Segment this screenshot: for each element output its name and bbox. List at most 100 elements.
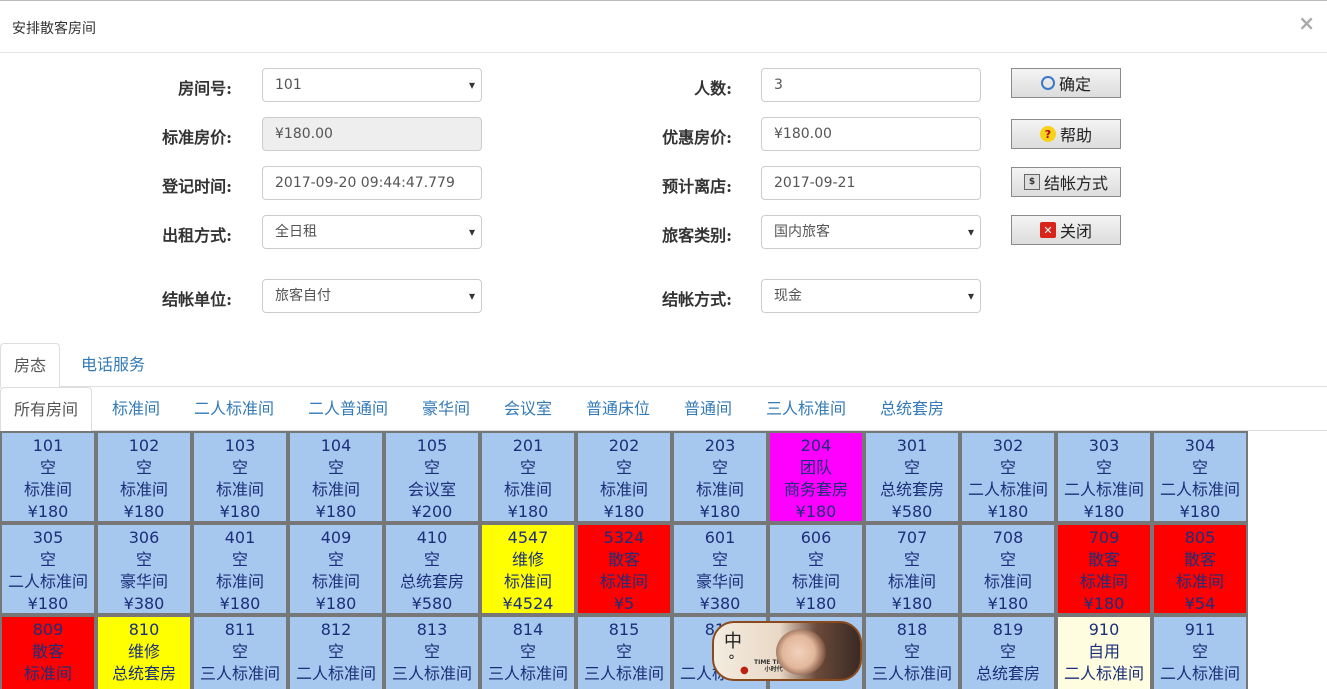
rent-mode-select[interactable]: 全日租 [262,215,482,249]
room-no: 606 [800,528,832,547]
floating-ad[interactable]: 中 ° ● TIME TIMES 小时代 [712,621,862,681]
payment-method-select[interactable]: 现金 [761,279,981,313]
room-price: ¥180 [795,502,837,521]
room-cell[interactable]: 301 空总统套房 ¥580 [864,431,960,523]
room-cell[interactable]: 910 自用二人标准间 ¥180 [1056,615,1152,689]
room-cell[interactable]: 304 空二人标准间 ¥180 [1152,431,1248,523]
room-cell[interactable]: 601 空豪华间 ¥380 [672,523,768,615]
tab-standard[interactable]: 标准间 [99,387,173,431]
confirm-button[interactable]: 确定 [1011,68,1121,98]
guest-type-select[interactable]: 国内旅客 [761,215,981,249]
room-cell[interactable]: 815 空三人标准间 ¥180 [576,615,672,689]
help-icon: ? [1039,126,1056,142]
help-button[interactable]: ? 帮助 [1011,119,1121,149]
tab-ordinary[interactable]: 普通间 [671,387,745,431]
room-status: 空 [903,550,920,569]
room-cell[interactable]: 812 空二人标准间 ¥180 [288,615,384,689]
room-no: 104 [320,436,352,455]
room-cell[interactable]: 819 空总统套房 ¥580 [960,615,1056,689]
room-cell[interactable]: 4547 维修 标准间 ¥4524 [480,523,576,615]
room-cell[interactable]: 709 散客 标准间 ¥180 [1056,523,1152,615]
room-price: ¥180 [1058,685,1150,689]
tab-all-rooms[interactable]: 所有房间 [0,387,93,432]
room-cell[interactable]: 104 空标准间 ¥180 [288,431,384,523]
room-cell[interactable]: 708 空标准间 ¥180 [960,523,1056,615]
room-cell[interactable]: 814 空三人标准间 ¥180 [480,615,576,689]
close-button[interactable]: ✕ 关闭 [1011,215,1121,245]
checkout-date-input[interactable]: 2017-09-21 [761,166,981,200]
room-number-label: 房间号: [178,79,232,98]
room-no: 5324 [603,528,645,547]
room-cell[interactable]: 203 空标准间 ¥180 [672,431,768,523]
room-no: 410 [416,528,448,547]
room-cell[interactable]: 911 空二人标准间 ¥180 [1152,615,1248,689]
room-status: 空 [519,642,536,661]
room-cell[interactable]: 202 空标准间 ¥180 [576,431,672,523]
room-cell[interactable]: 201 空标准间 ¥180 [480,431,576,523]
room-no: 203 [704,436,736,455]
discount-price-input[interactable]: ¥180.00 [761,117,981,151]
room-no: 818 [896,620,928,639]
room-type: 二人标准间 [1159,480,1240,499]
room-cell[interactable]: 606 空标准间 ¥180 [768,523,864,615]
room-no: 4547 [507,528,549,547]
tab-deluxe[interactable]: 豪华间 [409,387,483,431]
room-cell[interactable]: 101 空标准间 ¥180 [0,431,96,523]
billing-unit-label: 结帐单位: [162,290,232,309]
settle-method-button[interactable]: $ 结帐方式 [1011,167,1121,197]
room-cell[interactable]: 811 空三人标准间 ¥180 [192,615,288,689]
room-cell[interactable]: 305 空二人标准间 ¥180 [0,523,96,615]
room-cell[interactable]: 102 空标准间 ¥180 [96,431,192,523]
room-no: 812 [320,620,352,639]
tab-triple-standard[interactable]: 三人标准间 [753,387,859,431]
room-cell[interactable]: 5324 散客 标准间 ¥5 [576,523,672,615]
room-cell[interactable]: 401 空标准间 ¥180 [192,523,288,615]
room-status: 空 [711,458,728,477]
room-cell[interactable]: 302 空二人标准间 ¥180 [960,431,1056,523]
room-status: 空 [807,550,824,569]
room-cell[interactable]: 707 空标准间 ¥180 [864,523,960,615]
room-cell[interactable]: 103 空标准间 ¥180 [192,431,288,523]
room-price: ¥180 [290,685,382,689]
room-no: 813 [416,620,448,639]
room-no: 805 [1184,528,1216,547]
room-price: ¥180 [27,502,69,521]
room-number-select[interactable]: 101 [262,68,482,102]
room-no: 401 [224,528,256,547]
room-cell[interactable]: 410 空总统套房 ¥580 [384,523,480,615]
room-type: 标准间 [311,572,360,591]
room-no: 601 [704,528,736,547]
room-no: 306 [128,528,160,547]
tab-double-standard[interactable]: 二人标准间 [181,387,287,431]
tab-room-status[interactable]: 房态 [0,343,61,388]
room-cell[interactable]: 813 空三人标准间 ¥180 [384,615,480,689]
room-cell[interactable]: 306 空豪华间 ¥380 [96,523,192,615]
room-status: 散客 [607,550,640,569]
checkin-time-input[interactable]: 2017-09-20 09:44:47.779 [262,166,482,200]
room-cell[interactable]: 105 空会议室 ¥200 [384,431,480,523]
room-cell[interactable]: 818 空三人标准间 ¥180 [864,615,960,689]
close-icon[interactable]: × [1298,13,1315,33]
room-price: ¥180 [699,502,741,521]
checkout-date-label: 预计离店: [662,177,732,196]
ad-dot-red: ● [740,665,749,676]
tab-ordinary-bed[interactable]: 普通床位 [573,387,663,431]
billing-unit-select[interactable]: 旅客自付 [262,279,482,313]
ad-character: 中 [724,631,742,652]
room-cell[interactable]: 809 散客标准间 ¥180 [0,615,96,689]
discount-price-label: 优惠房价: [662,128,732,147]
tab-phone-service[interactable]: 电话服务 [68,343,158,387]
guests-input[interactable]: 3 [761,68,981,102]
tab-double-ordinary[interactable]: 二人普通间 [295,387,401,431]
tab-meeting-room[interactable]: 会议室 [491,387,565,431]
room-type: 标准间 [1079,572,1128,591]
room-no: 815 [608,620,640,639]
room-cell[interactable]: 805 散客 标准间 ¥54 [1152,523,1248,615]
room-cell[interactable]: 204 团队 商务套房 ¥180 [768,431,864,523]
room-cell[interactable]: 409 空标准间 ¥180 [288,523,384,615]
room-cell[interactable]: 810 维修总统套房 ¥580 [96,615,192,689]
room-type: 二人标准间 [1159,664,1240,683]
tab-presidential[interactable]: 总统套房 [867,387,957,431]
room-cell[interactable]: 303 空二人标准间 ¥180 [1056,431,1152,523]
room-no: 103 [224,436,256,455]
